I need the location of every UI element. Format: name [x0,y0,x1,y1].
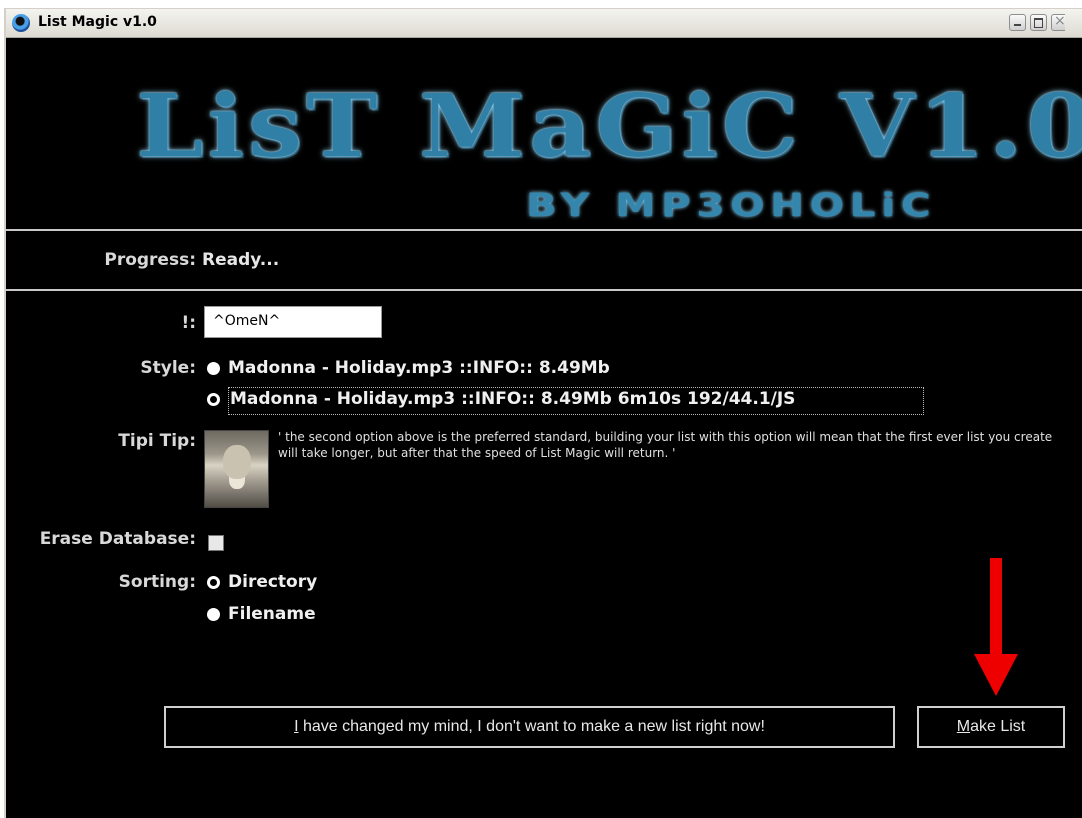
sorting-label: Sorting: [118,572,196,592]
logo-title: LisT MaGiC V1.0 [136,75,1082,177]
style-radio-short[interactable] [207,362,220,375]
progress-status: Ready... [202,250,280,270]
tip-text: ' the second option above is the preferr… [278,430,1053,460]
title-bar[interactable]: List Magic v1.0 [6,9,1082,38]
close-button[interactable] [1051,13,1066,31]
divider [6,229,1082,231]
tipi-portrait-image [204,430,269,508]
logo-banner: LisT MaGiC V1.0 BY MP3OHOLiC [6,39,1082,229]
style-radio-full[interactable] [207,393,220,406]
make-mnemonic: M [956,718,971,735]
make-list-label: ake List [970,718,1026,735]
style-option-short[interactable]: Madonna - Holiday.mp3 ::INFO:: 8.49Mb [228,358,610,378]
erase-database-checkbox[interactable] [208,535,224,551]
divider [6,289,1082,291]
style-label: Style: [140,358,196,378]
progress-label: Progress: [104,250,196,270]
name-input[interactable]: ^OmeN^ [204,306,382,338]
make-list-button[interactable]: Make List [917,706,1065,748]
window-title: List Magic v1.0 [38,14,157,30]
list-magic-window: List Magic v1.0 LisT MaGiC V1.0 BY MP3OH… [4,8,1082,818]
minimize-button[interactable] [1009,14,1026,31]
app-icon [12,14,30,32]
cancel-label: have changed my mind, I don't want to ma… [298,718,765,735]
red-arrow-head-icon [974,654,1018,696]
sorting-option-directory[interactable]: Directory [228,572,317,592]
name-label: !: [181,313,196,333]
maximize-button[interactable] [1030,14,1047,31]
sorting-option-filename[interactable]: Filename [228,604,316,624]
tip-label: Tipi Tip: [118,431,196,451]
sorting-radio-filename[interactable] [207,608,220,621]
erase-database-label: Erase Database: [39,529,196,549]
red-arrow-shaft [990,558,1002,658]
style-option-full[interactable]: Madonna - Holiday.mp3 ::INFO:: 8.49Mb 6m… [230,389,795,409]
cancel-button[interactable]: I have changed my mind, I don't want to … [164,706,895,748]
sorting-radio-directory[interactable] [207,576,220,589]
logo-byline: BY MP3OHOLiC [526,187,937,224]
